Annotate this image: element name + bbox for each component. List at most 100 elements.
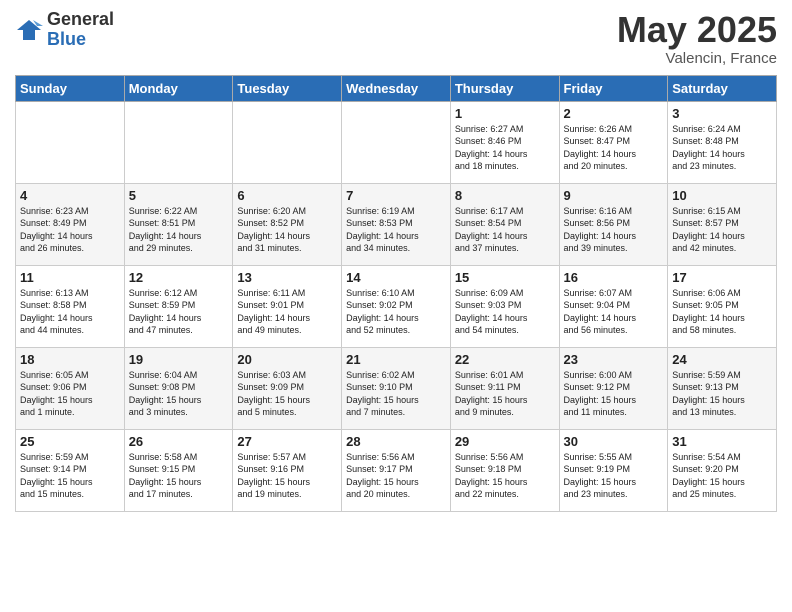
day-number: 6 xyxy=(237,188,337,203)
day-number: 9 xyxy=(564,188,664,203)
day-number: 11 xyxy=(20,270,120,285)
day-number: 23 xyxy=(564,352,664,367)
day-number: 24 xyxy=(672,352,772,367)
calendar-cell: 18 Sunrise: 6:05 AM Sunset: 9:06 PM Dayli… xyxy=(16,347,125,429)
weekday-header-row: SundayMondayTuesdayWednesdayThursdayFrid… xyxy=(16,75,777,101)
calendar-cell: 13 Sunrise: 6:11 AM Sunset: 9:01 PM Dayli… xyxy=(233,265,342,347)
calendar-body: 1 Sunrise: 6:27 AM Sunset: 8:46 PM Daylig… xyxy=(16,101,777,511)
logo-text: General Blue xyxy=(47,10,114,50)
calendar-cell: 6Sunrise: 6:20 AM Sunset: 8:52 PM Daylig… xyxy=(233,183,342,265)
calendar-cell xyxy=(124,101,233,183)
calendar-cell: 27Sunrise: 5:57 AM Sunset: 9:16 PM Dayli… xyxy=(233,429,342,511)
calendar-cell: 20Sunrise: 6:03 AM Sunset: 9:09 PM Dayli… xyxy=(233,347,342,429)
week-row-4: 18 Sunrise: 6:05 AM Sunset: 9:06 PM Dayli… xyxy=(16,347,777,429)
calendar-cell: 23 Sunrise: 6:00 AM Sunset: 9:12 PM Dayli… xyxy=(559,347,668,429)
weekday-header-thursday: Thursday xyxy=(450,75,559,101)
calendar-cell xyxy=(16,101,125,183)
day-info: Sunrise: 6:12 AM Sunset: 8:59 PM Dayligh… xyxy=(129,287,229,337)
calendar-cell: 30 Sunrise: 5:55 AM Sunset: 9:19 PM Dayli… xyxy=(559,429,668,511)
weekday-header-monday: Monday xyxy=(124,75,233,101)
calendar-cell: 21Sunrise: 6:02 AM Sunset: 9:10 PM Dayli… xyxy=(342,347,451,429)
weekday-header-friday: Friday xyxy=(559,75,668,101)
calendar-cell: 26Sunrise: 5:58 AM Sunset: 9:15 PM Dayli… xyxy=(124,429,233,511)
calendar-cell: 1 Sunrise: 6:27 AM Sunset: 8:46 PM Daylig… xyxy=(450,101,559,183)
day-number: 12 xyxy=(129,270,229,285)
logo-icon xyxy=(15,16,43,44)
day-number: 16 xyxy=(564,270,664,285)
day-info: Sunrise: 6:27 AM Sunset: 8:46 PM Dayligh… xyxy=(455,123,555,173)
day-number: 1 xyxy=(455,106,555,121)
calendar-cell: 28 Sunrise: 5:56 AM Sunset: 9:17 PM Dayli… xyxy=(342,429,451,511)
day-info: Sunrise: 5:54 AM Sunset: 9:20 PM Dayligh… xyxy=(672,451,772,501)
calendar-cell: 3Sunrise: 6:24 AM Sunset: 8:48 PM Daylig… xyxy=(668,101,777,183)
day-number: 17 xyxy=(672,270,772,285)
day-number: 13 xyxy=(237,270,337,285)
day-info: Sunrise: 6:16 AM Sunset: 8:56 PM Dayligh… xyxy=(564,205,664,255)
day-info: Sunrise: 6:06 AM Sunset: 9:05 PM Dayligh… xyxy=(672,287,772,337)
calendar-page: General Blue May 2025 Valencin, France S… xyxy=(0,0,792,612)
logo: General Blue xyxy=(15,10,114,50)
day-number: 5 xyxy=(129,188,229,203)
day-number: 18 xyxy=(20,352,120,367)
month-title: May 2025 xyxy=(617,10,777,50)
calendar-cell: 16 Sunrise: 6:07 AM Sunset: 9:04 PM Dayli… xyxy=(559,265,668,347)
day-info: Sunrise: 6:07 AM Sunset: 9:04 PM Dayligh… xyxy=(564,287,664,337)
day-number: 20 xyxy=(237,352,337,367)
logo-general: General xyxy=(47,10,114,30)
day-info: Sunrise: 5:59 AM Sunset: 9:14 PM Dayligh… xyxy=(20,451,120,501)
week-row-2: 4Sunrise: 6:23 AM Sunset: 8:49 PM Daylig… xyxy=(16,183,777,265)
day-info: Sunrise: 5:59 AM Sunset: 9:13 PM Dayligh… xyxy=(672,369,772,419)
calendar-header: General Blue May 2025 Valencin, France xyxy=(15,10,777,67)
day-number: 8 xyxy=(455,188,555,203)
calendar-cell: 12 Sunrise: 6:12 AM Sunset: 8:59 PM Dayli… xyxy=(124,265,233,347)
calendar-thead: SundayMondayTuesdayWednesdayThursdayFrid… xyxy=(16,75,777,101)
day-number: 30 xyxy=(564,434,664,449)
week-row-5: 25Sunrise: 5:59 AM Sunset: 9:14 PM Dayli… xyxy=(16,429,777,511)
day-info: Sunrise: 6:09 AM Sunset: 9:03 PM Dayligh… xyxy=(455,287,555,337)
day-info: Sunrise: 5:56 AM Sunset: 9:18 PM Dayligh… xyxy=(455,451,555,501)
calendar-cell: 22Sunrise: 6:01 AM Sunset: 9:11 PM Dayli… xyxy=(450,347,559,429)
day-info: Sunrise: 5:55 AM Sunset: 9:19 PM Dayligh… xyxy=(564,451,664,501)
calendar-cell: 8Sunrise: 6:17 AM Sunset: 8:54 PM Daylig… xyxy=(450,183,559,265)
weekday-header-saturday: Saturday xyxy=(668,75,777,101)
weekday-header-sunday: Sunday xyxy=(16,75,125,101)
weekday-header-wednesday: Wednesday xyxy=(342,75,451,101)
day-number: 28 xyxy=(346,434,446,449)
day-number: 22 xyxy=(455,352,555,367)
calendar-cell: 7 Sunrise: 6:19 AM Sunset: 8:53 PM Daylig… xyxy=(342,183,451,265)
calendar-cell: 9 Sunrise: 6:16 AM Sunset: 8:56 PM Daylig… xyxy=(559,183,668,265)
calendar-cell: 11Sunrise: 6:13 AM Sunset: 8:58 PM Dayli… xyxy=(16,265,125,347)
day-info: Sunrise: 6:19 AM Sunset: 8:53 PM Dayligh… xyxy=(346,205,446,255)
day-number: 29 xyxy=(455,434,555,449)
day-number: 14 xyxy=(346,270,446,285)
day-info: Sunrise: 6:24 AM Sunset: 8:48 PM Dayligh… xyxy=(672,123,772,173)
calendar-cell xyxy=(342,101,451,183)
day-number: 7 xyxy=(346,188,446,203)
calendar-table: SundayMondayTuesdayWednesdayThursdayFrid… xyxy=(15,75,777,512)
calendar-cell: 29 Sunrise: 5:56 AM Sunset: 9:18 PM Dayli… xyxy=(450,429,559,511)
day-info: Sunrise: 5:58 AM Sunset: 9:15 PM Dayligh… xyxy=(129,451,229,501)
day-number: 21 xyxy=(346,352,446,367)
day-number: 10 xyxy=(672,188,772,203)
day-number: 31 xyxy=(672,434,772,449)
day-info: Sunrise: 6:00 AM Sunset: 9:12 PM Dayligh… xyxy=(564,369,664,419)
weekday-header-tuesday: Tuesday xyxy=(233,75,342,101)
calendar-cell: 17 Sunrise: 6:06 AM Sunset: 9:05 PM Dayli… xyxy=(668,265,777,347)
calendar-cell: 2Sunrise: 6:26 AM Sunset: 8:47 PM Daylig… xyxy=(559,101,668,183)
calendar-cell: 4Sunrise: 6:23 AM Sunset: 8:49 PM Daylig… xyxy=(16,183,125,265)
day-info: Sunrise: 6:15 AM Sunset: 8:57 PM Dayligh… xyxy=(672,205,772,255)
day-info: Sunrise: 5:56 AM Sunset: 9:17 PM Dayligh… xyxy=(346,451,446,501)
day-info: Sunrise: 6:11 AM Sunset: 9:01 PM Dayligh… xyxy=(237,287,337,337)
week-row-3: 11Sunrise: 6:13 AM Sunset: 8:58 PM Dayli… xyxy=(16,265,777,347)
calendar-cell: 25Sunrise: 5:59 AM Sunset: 9:14 PM Dayli… xyxy=(16,429,125,511)
calendar-cell: 15Sunrise: 6:09 AM Sunset: 9:03 PM Dayli… xyxy=(450,265,559,347)
day-info: Sunrise: 6:04 AM Sunset: 9:08 PM Dayligh… xyxy=(129,369,229,419)
calendar-cell xyxy=(233,101,342,183)
day-number: 4 xyxy=(20,188,120,203)
title-block: May 2025 Valencin, France xyxy=(617,10,777,67)
logo-blue: Blue xyxy=(47,30,114,50)
day-info: Sunrise: 6:05 AM Sunset: 9:06 PM Dayligh… xyxy=(20,369,120,419)
calendar-cell: 10 Sunrise: 6:15 AM Sunset: 8:57 PM Dayli… xyxy=(668,183,777,265)
location: Valencin, France xyxy=(617,50,777,67)
day-number: 19 xyxy=(129,352,229,367)
